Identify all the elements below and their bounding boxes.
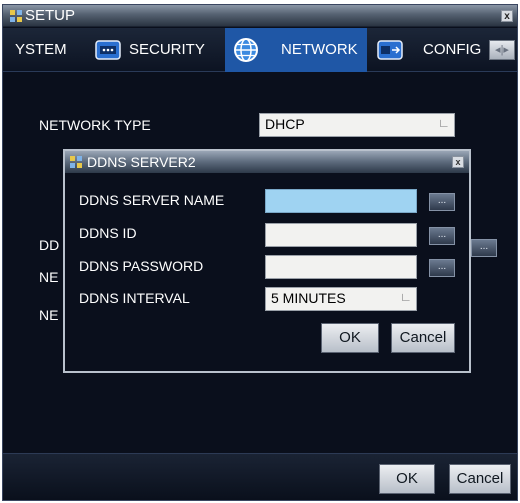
window-title: SETUP xyxy=(25,7,76,24)
cancel-button[interactable]: Cancel xyxy=(449,464,511,494)
tab-config[interactable]: CONFIG xyxy=(371,28,489,72)
network-type-value: DHCP xyxy=(265,116,305,132)
tab-security[interactable]: SECURITY xyxy=(89,28,225,72)
network-label-partial: NE xyxy=(39,269,59,285)
id-browse-button[interactable]: ... xyxy=(429,227,455,245)
dropdown-arrow-icon: ∟ xyxy=(438,116,450,130)
dialog-cancel-button[interactable]: Cancel xyxy=(391,323,455,353)
dropdown-arrow-icon: ∟ xyxy=(400,290,412,304)
tab-network[interactable]: NETWORK xyxy=(225,28,367,72)
tab-bar: YSTEM SECURITY NETWORK CONFIG ◂|▸ xyxy=(3,28,517,72)
config-icon xyxy=(377,40,403,60)
tab-label: NETWORK xyxy=(281,41,358,58)
close-icon[interactable]: x xyxy=(452,156,464,168)
tab-label: CONFIG xyxy=(423,41,482,58)
scroll-arrows-icon[interactable]: ◂|▸ xyxy=(489,40,515,60)
ddns-password-field[interactable] xyxy=(265,255,417,279)
app-icon xyxy=(10,10,22,22)
tab-label: YSTEM xyxy=(15,41,67,58)
tab-label: SECURITY xyxy=(129,41,205,58)
dialog-ok-button[interactable]: OK xyxy=(321,323,379,353)
ddns-label-partial: DD xyxy=(39,237,60,253)
network-type-label: NETWORK TYPE xyxy=(39,117,151,133)
title-bar: SETUP x xyxy=(3,5,517,27)
ddns-browse-button[interactable]: ... xyxy=(471,239,497,257)
security-icon xyxy=(95,40,121,60)
ddns-interval-value: 5 MINUTES xyxy=(271,290,346,306)
network-label-partial: NE xyxy=(39,307,59,323)
ddns-server-name-label: DDNS SERVER NAME xyxy=(79,192,225,208)
password-browse-button[interactable]: ... xyxy=(429,259,455,277)
footer-bar: OK Cancel xyxy=(3,453,517,500)
globe-icon xyxy=(234,38,258,62)
ddns-interval-label: DDNS INTERVAL xyxy=(79,290,190,306)
ddns-server-name-field[interactable] xyxy=(265,189,417,213)
ddns-id-label: DDNS ID xyxy=(79,225,137,241)
ddns-password-label: DDNS PASSWORD xyxy=(79,258,204,274)
dialog-title: DDNS SERVER2 xyxy=(87,154,196,170)
network-type-select[interactable]: DHCP ∟ xyxy=(259,113,455,137)
ddns-id-field[interactable] xyxy=(265,223,417,247)
ok-button[interactable]: OK xyxy=(379,464,435,494)
dialog-title-bar: DDNS SERVER2 x xyxy=(65,151,469,173)
server-name-browse-button[interactable]: ... xyxy=(429,193,455,211)
ddns-dialog: DDNS SERVER2 x DDNS SERVER NAME ... DDNS… xyxy=(63,149,471,373)
tab-system[interactable]: YSTEM xyxy=(15,28,83,72)
ddns-interval-select[interactable]: 5 MINUTES ∟ xyxy=(265,287,417,311)
close-icon[interactable]: x xyxy=(501,10,513,22)
app-icon xyxy=(70,156,82,168)
